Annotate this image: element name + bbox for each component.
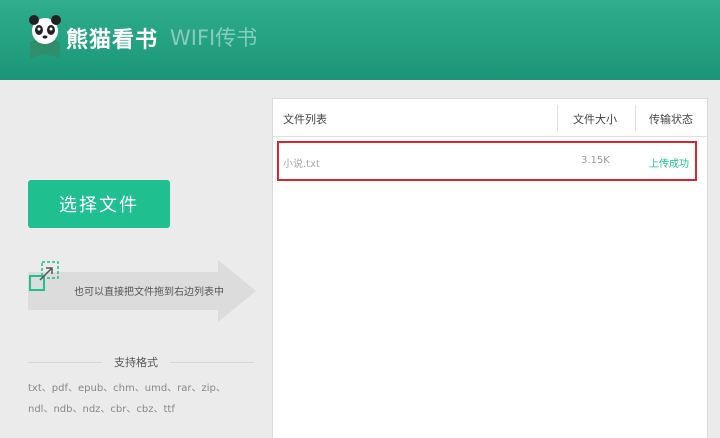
select-file-button[interactable]: 选择文件 [28, 180, 170, 228]
column-divider [557, 105, 558, 131]
left-panel: 选择文件 也可以直接把文件拖到右边列表中 支持格式 txt、pdf、epub、c… [0, 80, 272, 438]
file-list-panel: 文件列表 文件大小 传输状态 小说.txt 3.15K 上传成功 [272, 98, 708, 438]
table-header: 文件列表 文件大小 传输状态 [273, 99, 707, 137]
column-header-file-size: 文件大小 [573, 113, 617, 126]
app-name: 熊猫看书 [66, 28, 159, 53]
file-name: 小说.txt [283, 159, 320, 170]
drag-hint[interactable]: 也可以直接把文件拖到右边列表中 [28, 260, 256, 322]
file-size: 3.15K [581, 155, 610, 166]
column-header-transfer-status: 传输状态 [649, 113, 693, 126]
formats-line-2: ndl、ndb、ndz、cbr、cbz、ttf [28, 404, 175, 415]
drag-file-icon [29, 261, 59, 291]
app-subtitle: WIFI传书 [170, 26, 258, 50]
app-header: 熊猫看书 WIFI传书 [0, 0, 720, 80]
formats-title: 支持格式 [102, 354, 170, 370]
formats-line-1: txt、pdf、epub、chm、umd、rar、zip、 [28, 383, 226, 394]
drag-hint-text: 也可以直接把文件拖到右边列表中 [74, 287, 224, 298]
panda-logo-icon [29, 15, 61, 58]
column-header-file-list: 文件列表 [283, 113, 327, 126]
formats-list: txt、pdf、epub、chm、umd、rar、zip、 ndl、ndb、nd… [28, 378, 243, 420]
column-divider [635, 105, 636, 131]
transfer-status: 上传成功 [649, 159, 689, 170]
table-row[interactable]: 小说.txt 3.15K 上传成功 [277, 141, 697, 181]
